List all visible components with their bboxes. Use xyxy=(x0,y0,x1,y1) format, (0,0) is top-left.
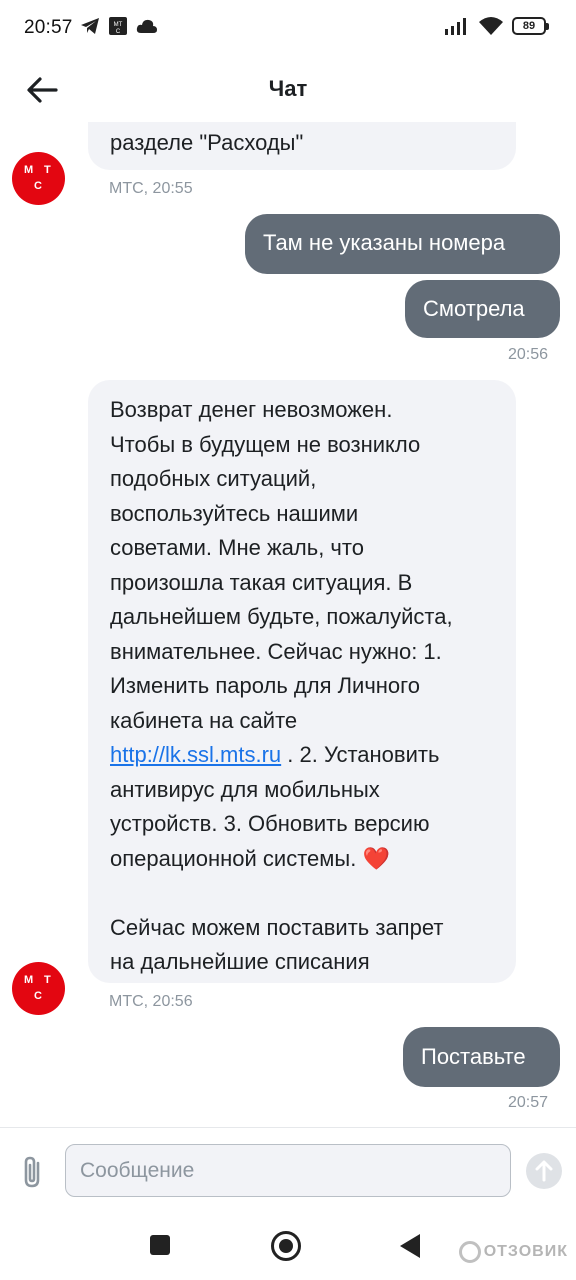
svg-text:МТ: МТ xyxy=(114,22,123,28)
outgoing-message: Там не указаны номера xyxy=(245,214,560,274)
website-link[interactable]: http://lk.ssl.mts.ru xyxy=(110,742,281,767)
message-time: 20:57 xyxy=(507,1094,548,1111)
paperclip-icon xyxy=(24,1156,40,1188)
heart-emoji-icon: ❤️ xyxy=(362,845,390,871)
message-text: Там не указаны номера xyxy=(263,230,506,255)
arrow-up-icon xyxy=(535,1160,553,1182)
message-input[interactable] xyxy=(65,1144,511,1197)
message-text: Поставьте xyxy=(421,1044,526,1069)
message-text: разделе "Расходы" xyxy=(110,130,304,155)
page-title: Чат xyxy=(268,76,308,101)
system-back-button[interactable] xyxy=(400,1234,420,1258)
incoming-message: разделе "Расходы" xyxy=(88,122,516,170)
status-bar: 20:57 МТ С 89 xyxy=(0,0,576,58)
incoming-message: Возврат денег невозможен. Чтобы в будуще… xyxy=(88,380,516,983)
cloud-icon xyxy=(136,19,157,33)
mts-app-icon: МТС xyxy=(109,17,127,35)
avatar: М Т С xyxy=(12,962,65,1015)
message-composer xyxy=(0,1127,576,1215)
outgoing-message: Смотрела xyxy=(405,280,560,338)
chat-messages[interactable]: разделе "Расходы" М Т С МТС, 20:55 Там н… xyxy=(0,122,576,1127)
battery-icon: 89 xyxy=(512,17,549,35)
avatar: М Т С xyxy=(12,152,65,205)
status-time: 20:57 xyxy=(24,17,73,38)
watermark: ОТЗОВИК xyxy=(458,1241,568,1263)
outgoing-message: Поставьте xyxy=(403,1027,560,1087)
chat-header: Чат xyxy=(0,58,576,122)
message-body: Возврат денег невозможен. Чтобы в будуще… xyxy=(110,397,453,974)
attach-button[interactable] xyxy=(16,1154,50,1190)
message-meta: МТС, 20:56 xyxy=(109,993,193,1010)
wifi-icon xyxy=(479,17,503,35)
recents-button[interactable] xyxy=(150,1235,170,1255)
system-nav-bar: ОТЗОВИК xyxy=(0,1215,576,1280)
watermark-logo-icon xyxy=(458,1241,481,1263)
svg-text:С: С xyxy=(116,29,121,35)
message-text: Смотрела xyxy=(423,296,525,321)
message-meta: МТС, 20:55 xyxy=(109,180,193,197)
message-time: 20:56 xyxy=(507,346,548,363)
telegram-icon xyxy=(81,18,99,34)
home-button[interactable] xyxy=(271,1231,301,1261)
signal-icon xyxy=(445,18,466,35)
send-button[interactable] xyxy=(526,1153,562,1189)
